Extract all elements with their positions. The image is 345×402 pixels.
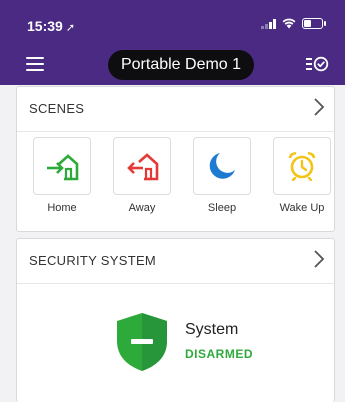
scene-away[interactable]: Away (111, 137, 173, 214)
scene-wake-up[interactable]: Wake Up (271, 137, 333, 214)
chevron-right-icon[interactable] (312, 97, 326, 117)
battery-icon (302, 18, 326, 29)
moon-icon (209, 153, 235, 179)
status-time-label: 15:39 (27, 18, 63, 34)
status-time: 15:39 ➚ (27, 18, 75, 34)
divider (17, 283, 334, 284)
scene-wake-up-tile[interactable] (273, 137, 331, 195)
app-header: 15:39 ➚ Portable Demo 1 (0, 0, 345, 85)
location-title-button[interactable]: Portable Demo 1 (108, 50, 254, 80)
chevron-right-icon[interactable] (312, 249, 326, 269)
scenes-card: SCENES Home Away Sleep Wake Up (16, 86, 335, 232)
menu-button[interactable] (26, 57, 44, 71)
wifi-icon (282, 18, 296, 29)
scene-home-tile[interactable] (33, 137, 91, 195)
status-icons (261, 18, 326, 29)
scene-wake-up-label: Wake Up (279, 202, 325, 214)
scene-home-label: Home (47, 202, 77, 214)
security-title: SECURITY SYSTEM (29, 253, 157, 268)
scenes-title: SCENES (29, 101, 85, 116)
status-badge: DISARMED (185, 347, 254, 361)
home-leave-icon (127, 153, 159, 181)
shield-icon (117, 313, 167, 371)
scene-away-label: Away (128, 202, 156, 214)
home-enter-icon (47, 154, 79, 181)
alarm-clock-icon (288, 152, 316, 181)
task-list-icon[interactable] (305, 55, 329, 73)
location-arrow-icon: ➚ (65, 22, 76, 34)
system-name: System (185, 321, 239, 338)
signal-icon (261, 18, 276, 29)
security-card: SECURITY SYSTEM System DISARMED (16, 238, 335, 402)
scene-sleep[interactable]: Sleep (191, 137, 253, 214)
scene-sleep-tile[interactable] (193, 137, 251, 195)
divider (17, 131, 334, 132)
scene-sleep-label: Sleep (207, 202, 237, 214)
scene-away-tile[interactable] (113, 137, 171, 195)
scene-home[interactable]: Home (31, 137, 93, 214)
